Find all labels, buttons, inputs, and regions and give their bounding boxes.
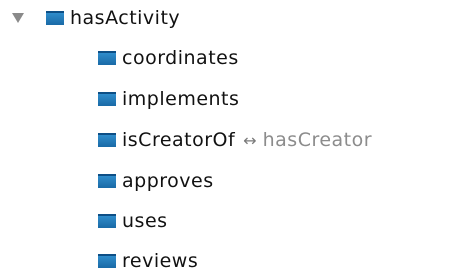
object-property-icon (98, 51, 116, 65)
tree-node-label: coordinates (122, 47, 239, 69)
object-property-icon (98, 174, 116, 188)
tree-node-label: approves (122, 170, 214, 192)
triangle-down-icon[interactable] (10, 10, 26, 26)
object-property-icon (46, 11, 64, 25)
inverse-property: ↔ hasCreator (243, 129, 372, 151)
tree-node-approves[interactable]: approves (98, 166, 214, 196)
tree-node-label: hasActivity (70, 7, 181, 29)
tree-node-coordinates[interactable]: coordinates (98, 43, 239, 73)
inverse-property-label: hasCreator (262, 129, 373, 151)
object-property-icon (98, 254, 116, 268)
tree-node-uses[interactable]: uses (98, 206, 168, 236)
object-property-icon (98, 214, 116, 228)
tree-node-label: uses (122, 210, 168, 232)
bidirectional-arrow-icon: ↔ (243, 130, 257, 150)
tree-node-reviews[interactable]: reviews (98, 246, 198, 276)
tree-node-label: reviews (122, 250, 199, 272)
tree-node-label: implements (122, 88, 240, 110)
object-property-tree: hasActivity coordinates implements isCre… (0, 0, 461, 279)
tree-node-implements[interactable]: implements (98, 84, 239, 114)
tree-node-isCreatorOf[interactable]: isCreatorOf ↔ hasCreator (98, 125, 372, 155)
tree-node-label: isCreatorOf (122, 129, 236, 151)
object-property-icon (98, 92, 116, 106)
object-property-icon (98, 133, 116, 147)
tree-node-hasActivity[interactable]: hasActivity (10, 3, 180, 33)
